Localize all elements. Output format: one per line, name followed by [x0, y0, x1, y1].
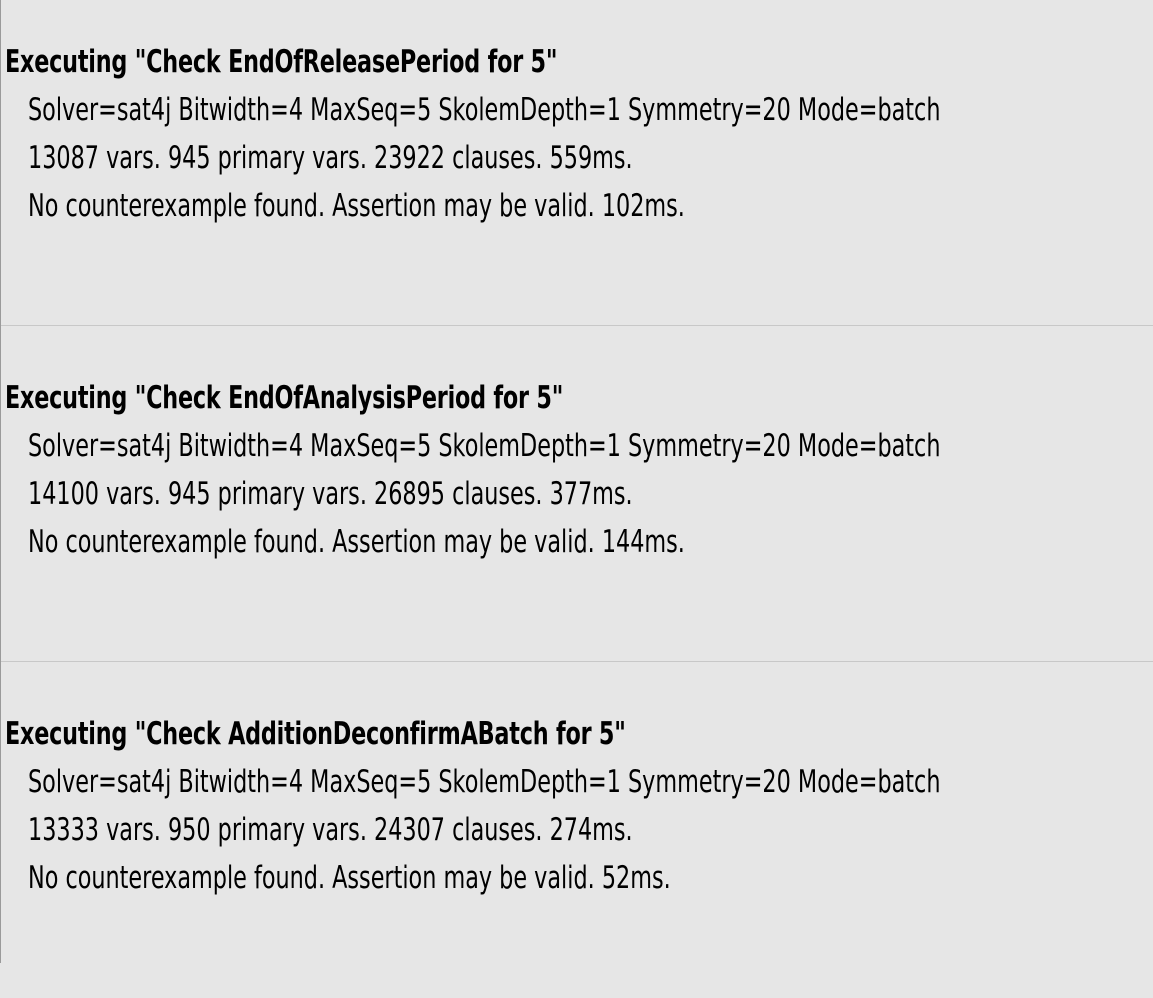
check-result-line: No counterexample found. Assertion may b… [28, 524, 685, 560]
log-entry: Executing "Check AdditionDeconfirmABatch… [0, 662, 1153, 998]
check-result-line: No counterexample found. Assertion may b… [28, 188, 685, 224]
solver-settings-line: Solver=sat4j Bitwidth=4 MaxSeq=5 SkolemD… [28, 92, 941, 128]
executing-command-heading: Executing "Check EndOfAnalysisPeriod for… [5, 380, 564, 416]
executing-command-heading: Executing "Check AdditionDeconfirmABatch… [5, 716, 626, 752]
log-output-panel[interactable]: Executing "Check EndOfReleasePeriod for … [0, 0, 1153, 963]
solver-settings-line: Solver=sat4j Bitwidth=4 MaxSeq=5 SkolemD… [28, 764, 941, 800]
solver-stats-line: 13087 vars. 945 primary vars. 23922 clau… [28, 140, 633, 176]
log-entry: Executing "Check EndOfReleasePeriod for … [0, 0, 1153, 326]
check-result-line: No counterexample found. Assertion may b… [28, 860, 671, 896]
log-entry: Executing "Check EndOfAnalysisPeriod for… [0, 326, 1153, 662]
solver-stats-line: 13333 vars. 950 primary vars. 24307 clau… [28, 812, 633, 848]
solver-stats-line: 14100 vars. 945 primary vars. 26895 clau… [28, 476, 633, 512]
solver-settings-line: Solver=sat4j Bitwidth=4 MaxSeq=5 SkolemD… [28, 428, 941, 464]
executing-command-heading: Executing "Check EndOfReleasePeriod for … [5, 44, 558, 80]
